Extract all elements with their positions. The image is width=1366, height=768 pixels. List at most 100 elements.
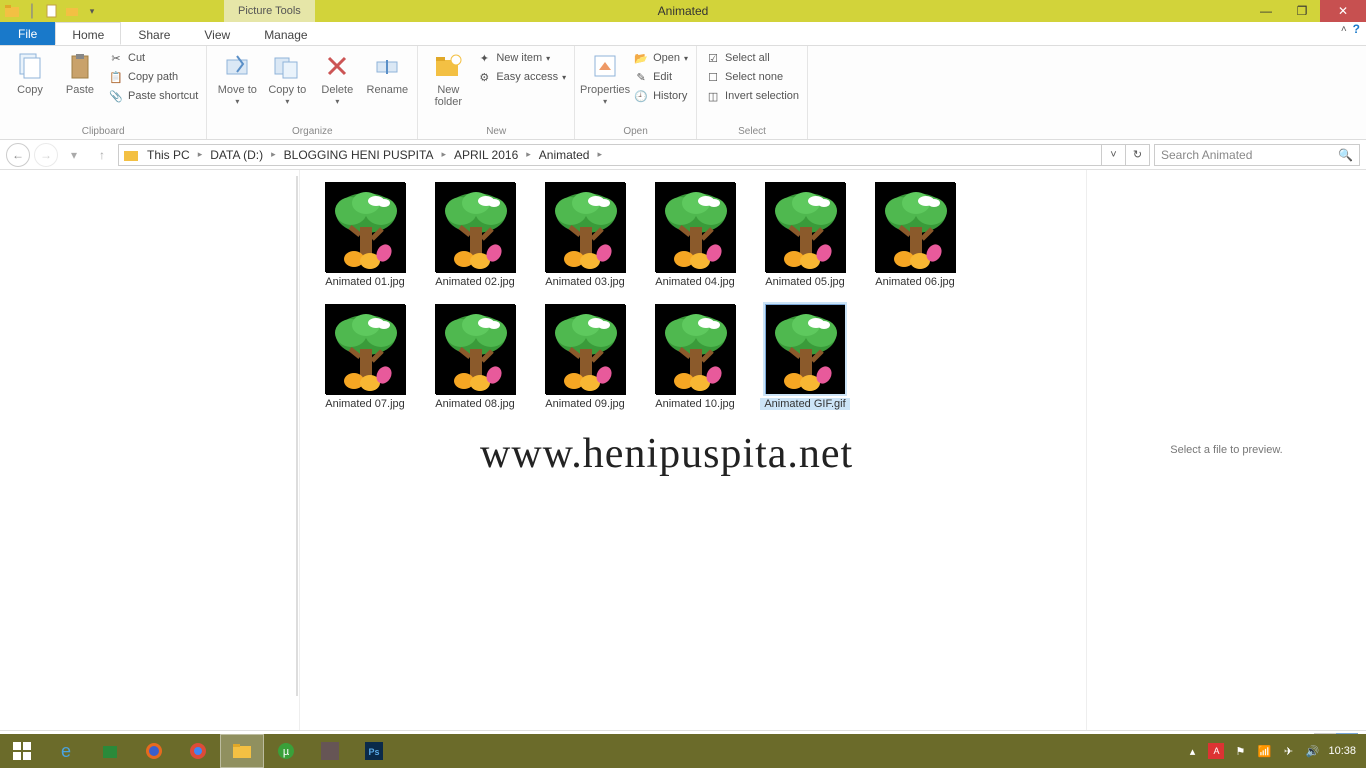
qat-dropdown-icon[interactable]: ▾ — [84, 3, 100, 19]
paste-button[interactable]: Paste — [58, 50, 102, 96]
folder-small-icon[interactable] — [64, 3, 80, 19]
ribbon-group-new: New folder ✦New item ▾ ⚙Easy access ▾ Ne… — [418, 46, 575, 139]
file-item[interactable]: Animated GIF.gif — [760, 304, 850, 410]
invert-selection-button[interactable]: ◫Invert selection — [705, 88, 799, 104]
file-item[interactable]: Animated 07.jpg — [320, 304, 410, 410]
tray-airplane-icon[interactable]: ✈ — [1280, 743, 1296, 759]
tray-volume-icon[interactable]: 🔊 — [1304, 743, 1320, 759]
file-name: Animated 02.jpg — [430, 276, 520, 288]
taskbar: e µ Ps ▴ A ⚑ 📶 ✈ 🔊 10:38 — [0, 734, 1366, 768]
paste-shortcut-button[interactable]: 📎Paste shortcut — [108, 88, 198, 104]
taskbar-store-icon[interactable] — [88, 734, 132, 768]
help-icon[interactable]: ? — [1353, 22, 1360, 36]
search-input[interactable]: Search Animated 🔍 — [1154, 144, 1360, 166]
breadcrumb-item[interactable]: Animated — [535, 148, 606, 162]
taskbar-ie-icon[interactable]: e — [44, 734, 88, 768]
address-dropdown-button[interactable]: ˅ — [1101, 145, 1125, 165]
maximize-button[interactable]: ❐ — [1284, 0, 1320, 22]
taskbar-clock[interactable]: 10:38 — [1328, 745, 1356, 757]
breadcrumb-bar[interactable]: This PC DATA (D:) BLOGGING HENI PUSPITA … — [118, 144, 1150, 166]
start-button[interactable] — [0, 734, 44, 768]
paste-shortcut-icon: 📎 — [108, 88, 124, 104]
clipboard-group-label: Clipboard — [8, 126, 198, 137]
taskbar-chrome-icon[interactable] — [176, 734, 220, 768]
breadcrumb-item[interactable]: This PC — [143, 148, 206, 162]
taskbar-app-icon[interactable] — [308, 734, 352, 768]
move-to-button[interactable]: Move to▾ — [215, 50, 259, 108]
file-name: Animated 03.jpg — [540, 276, 630, 288]
file-item[interactable]: Animated 05.jpg — [760, 182, 850, 288]
navigation-pane[interactable] — [0, 170, 300, 730]
new-doc-icon[interactable] — [44, 3, 60, 19]
select-none-button[interactable]: ☐Select none — [705, 69, 799, 85]
tray-network-icon[interactable]: 📶 — [1256, 743, 1272, 759]
breadcrumb-item[interactable]: APRIL 2016 — [450, 148, 535, 162]
ribbon-collapse-icon[interactable]: ˄ — [1341, 24, 1347, 35]
file-name: Animated 07.jpg — [320, 398, 410, 410]
tab-file[interactable]: File — [0, 22, 55, 45]
refresh-button[interactable]: ↻ — [1125, 145, 1149, 165]
taskbar-photoshop-icon[interactable]: Ps — [352, 734, 396, 768]
new-item-button[interactable]: ✦New item ▾ — [476, 50, 566, 66]
file-item[interactable]: Animated 03.jpg — [540, 182, 630, 288]
file-item[interactable]: Animated 02.jpg — [430, 182, 520, 288]
tab-share[interactable]: Share — [121, 22, 187, 45]
taskbar-utorrent-icon[interactable]: µ — [264, 734, 308, 768]
file-item[interactable]: Animated 09.jpg — [540, 304, 630, 410]
back-button[interactable]: ← — [6, 143, 30, 167]
history-button[interactable]: 🕘History — [633, 88, 688, 104]
file-thumbnail — [765, 182, 845, 272]
file-item[interactable]: Animated 08.jpg — [430, 304, 520, 410]
recent-locations-button[interactable]: ▾ — [62, 143, 86, 167]
copy-button[interactable]: Copy — [8, 50, 52, 96]
file-item[interactable]: Animated 04.jpg — [650, 182, 740, 288]
select-all-button[interactable]: ☑Select all — [705, 50, 799, 66]
minimize-button[interactable]: — — [1248, 0, 1284, 22]
delete-button[interactable]: Delete▾ — [315, 50, 359, 108]
new-folder-button[interactable]: New folder — [426, 50, 470, 108]
context-tab-picture-tools[interactable]: Picture Tools — [224, 0, 315, 22]
content-area: Animated 01.jpg Animated 02.jpg Animated… — [0, 170, 1366, 730]
open-group-label: Open — [583, 126, 688, 137]
copy-path-button[interactable]: 📋Copy path — [108, 69, 198, 85]
taskbar-explorer-icon[interactable] — [220, 734, 264, 768]
file-item[interactable]: Animated 10.jpg — [650, 304, 740, 410]
select-all-icon: ☑ — [705, 50, 721, 66]
tray-flag-icon[interactable]: ⚑ — [1232, 743, 1248, 759]
edit-icon: ✎ — [633, 69, 649, 85]
new-group-label: New — [426, 126, 566, 137]
svg-text:Ps: Ps — [368, 747, 379, 757]
taskbar-firefox-icon[interactable] — [132, 734, 176, 768]
tray-antivirus-icon[interactable]: A — [1208, 743, 1224, 759]
files-view[interactable]: Animated 01.jpg Animated 02.jpg Animated… — [300, 170, 1086, 730]
tray-show-hidden-icon[interactable]: ▴ — [1184, 743, 1200, 759]
ribbon-group-select: ☑Select all ☐Select none ◫Invert selecti… — [697, 46, 808, 139]
folder-icon — [4, 3, 20, 19]
ribbon-group-clipboard: Copy Paste ✂Cut 📋Copy path 📎Paste shortc… — [0, 46, 207, 139]
tab-home[interactable]: Home — [55, 22, 121, 45]
forward-button[interactable]: → — [34, 143, 58, 167]
up-button[interactable]: ↑ — [90, 143, 114, 167]
open-button[interactable]: 📂Open ▾ — [633, 50, 688, 66]
tab-view[interactable]: View — [187, 22, 247, 45]
file-thumbnail — [435, 304, 515, 394]
properties-button[interactable]: Properties▾ — [583, 50, 627, 108]
copy-to-button[interactable]: Copy to▾ — [265, 50, 309, 108]
easy-access-button[interactable]: ⚙Easy access ▾ — [476, 69, 566, 85]
splitter-handle[interactable] — [296, 176, 298, 696]
file-item[interactable]: Animated 06.jpg — [870, 182, 960, 288]
paste-label: Paste — [66, 84, 94, 96]
close-button[interactable]: ✕ — [1320, 0, 1366, 22]
tab-manage[interactable]: Manage — [247, 22, 324, 45]
history-icon: 🕘 — [633, 88, 649, 104]
edit-button[interactable]: ✎Edit — [633, 69, 688, 85]
file-item[interactable]: Animated 01.jpg — [320, 182, 410, 288]
file-thumbnail — [875, 182, 955, 272]
file-name: Animated GIF.gif — [760, 398, 850, 410]
cut-button[interactable]: ✂Cut — [108, 50, 198, 66]
file-thumbnail — [765, 304, 845, 394]
rename-button[interactable]: Rename — [365, 50, 409, 96]
breadcrumb-item[interactable]: BLOGGING HENI PUSPITA — [280, 148, 450, 162]
breadcrumb-item[interactable]: DATA (D:) — [206, 148, 279, 162]
file-name: Animated 09.jpg — [540, 398, 630, 410]
